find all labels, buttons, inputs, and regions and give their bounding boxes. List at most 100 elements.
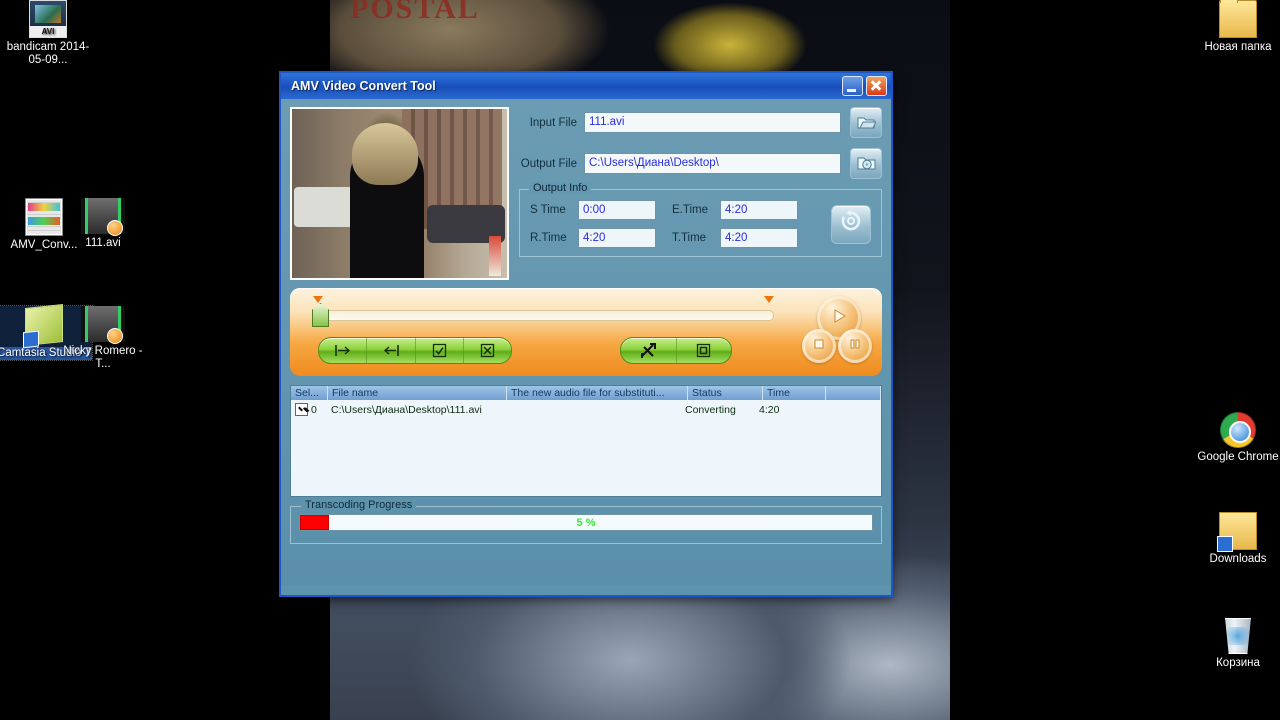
s-time-label: S Time bbox=[530, 204, 566, 216]
play-icon bbox=[830, 307, 848, 330]
output-info-group: Output Info S Time 0:00 E.Time 4:20 R.Ti… bbox=[519, 182, 882, 257]
stop-button[interactable] bbox=[802, 329, 836, 363]
desktop-icon-left-0[interactable]: bandicam 2014-05-09... bbox=[0, 0, 96, 66]
r-time-label: R.Time bbox=[530, 232, 567, 244]
t-time-cell: T.Time 4:20 bbox=[672, 228, 798, 248]
stop-convert-button[interactable] bbox=[677, 338, 732, 363]
e-time-field[interactable]: 4:20 bbox=[720, 200, 798, 220]
row-file-name: C:\Users\Диана\Desktop\111.avi bbox=[331, 403, 482, 416]
refresh-output-info-button[interactable] bbox=[831, 204, 871, 244]
checkbox-cross-icon bbox=[480, 343, 495, 358]
desktop-icon-label: bandicam 2014-05-09... bbox=[6, 41, 90, 66]
chrome-shortcut-icon bbox=[1220, 412, 1256, 448]
mark-out-icon bbox=[382, 344, 400, 357]
table-row[interactable]: 0 C:\Users\Диана\Desktop\111.avi Convert… bbox=[291, 400, 881, 419]
output-file-row: Output File C:\Users\Диана\Desktop\ bbox=[519, 148, 882, 179]
desktop-icon-right-1[interactable]: Google Chrome bbox=[1190, 412, 1280, 464]
amv-video-convert-tool-window: AMV Video Convert Tool Input File 111.av… bbox=[279, 71, 893, 597]
window-title: AMV Video Convert Tool bbox=[291, 79, 436, 93]
video-preview[interactable] bbox=[290, 107, 509, 280]
r-time-cell: R.Time 4:20 bbox=[530, 228, 656, 248]
column-header-time[interactable]: Time bbox=[763, 386, 826, 400]
desktop-icon-label: Nicky Romero - T... bbox=[63, 345, 143, 370]
minimize-button[interactable] bbox=[842, 76, 863, 96]
time-row-2: R.Time 4:20 T.Time 4:20 bbox=[530, 228, 827, 248]
disc-folder-icon bbox=[851, 149, 881, 178]
browse-input-file-button[interactable] bbox=[850, 107, 882, 138]
window-titlebar: AMV Video Convert Tool bbox=[281, 73, 891, 99]
input-file-field[interactable]: 111.avi bbox=[584, 112, 841, 133]
desktop-icon-left-4[interactable]: Nicky Romero - T... bbox=[55, 306, 151, 370]
desktop-icon-left-2[interactable]: 111.avi bbox=[55, 198, 151, 250]
timeline-thumb[interactable] bbox=[312, 303, 329, 327]
s-time-cell: S Time 0:00 bbox=[530, 200, 656, 220]
row-status: Converting bbox=[685, 403, 736, 416]
convert-button-group bbox=[620, 337, 732, 364]
output-file-field[interactable]: C:\Users\Диана\Desktop\ bbox=[584, 153, 841, 174]
timeline-slider[interactable] bbox=[304, 296, 774, 327]
checkbox-checked-icon bbox=[432, 343, 447, 358]
pause-icon bbox=[848, 337, 862, 356]
progress-bar: 5 % bbox=[299, 514, 873, 531]
player-panel bbox=[290, 288, 882, 376]
row-select-cell[interactable]: 0 bbox=[291, 403, 327, 416]
t-time-field[interactable]: 4:20 bbox=[720, 228, 798, 248]
desktop-icon-label: Downloads bbox=[1209, 553, 1267, 565]
window-body: Input File 111.avi Output File C:\Users\… bbox=[281, 99, 891, 585]
e-time-cell: E.Time 4:20 bbox=[672, 200, 798, 220]
background-video-text: POSTAL bbox=[350, 0, 480, 25]
input-file-row: Input File 111.avi bbox=[519, 107, 882, 138]
stop-square-icon bbox=[696, 343, 711, 358]
desktop-icon-right-0[interactable]: Новая папка bbox=[1190, 0, 1280, 54]
timeline-start-marker-icon bbox=[313, 296, 323, 303]
select-all-button[interactable] bbox=[416, 338, 464, 363]
set-end-point-button[interactable] bbox=[367, 338, 416, 363]
desktop-icon-right-3[interactable]: Корзина bbox=[1190, 618, 1280, 670]
video-file-icon bbox=[81, 198, 125, 236]
desktop-icon-label: 111.avi bbox=[85, 237, 121, 249]
column-header-audio[interactable]: The new audio file for substituti... bbox=[507, 386, 688, 400]
edit-button-group bbox=[318, 337, 512, 364]
refresh-gear-icon bbox=[840, 210, 862, 238]
browse-output-file-button[interactable] bbox=[850, 148, 882, 179]
convert-button[interactable] bbox=[621, 338, 677, 363]
recycle-bin-icon bbox=[1225, 618, 1251, 654]
preview-hair bbox=[352, 123, 418, 185]
avi-file-icon bbox=[29, 0, 67, 38]
column-header-file[interactable]: File name bbox=[328, 386, 507, 400]
transcoding-progress-group: Transcoding Progress 5 % bbox=[290, 499, 882, 544]
convert-arrows-icon bbox=[639, 342, 658, 359]
desktop-icon-right-2[interactable]: Downloads bbox=[1190, 512, 1280, 566]
r-time-field[interactable]: 4:20 bbox=[578, 228, 656, 248]
row-index: 0 bbox=[311, 403, 317, 416]
file-fields: Input File 111.avi Output File C:\Users\… bbox=[519, 107, 882, 280]
time-row-1: S Time 0:00 E.Time 4:20 bbox=[530, 200, 827, 220]
transcoding-progress-legend: Transcoding Progress bbox=[301, 499, 417, 511]
s-time-field[interactable]: 0:00 bbox=[578, 200, 656, 220]
output-info-legend: Output Info bbox=[529, 182, 592, 194]
preview-pole bbox=[489, 236, 501, 276]
column-header-sel[interactable]: Sel... bbox=[291, 386, 328, 400]
column-header-extra[interactable] bbox=[826, 386, 881, 400]
set-start-point-button[interactable] bbox=[319, 338, 368, 363]
desktop-icon-label: Google Chrome bbox=[1197, 451, 1279, 463]
input-file-label: Input File bbox=[529, 116, 577, 129]
transport-controls bbox=[802, 296, 874, 370]
column-header-status[interactable]: Status bbox=[688, 386, 763, 400]
t-time-label: T.Time bbox=[672, 232, 707, 244]
timeline-end-marker-icon bbox=[764, 296, 774, 303]
folder-icon bbox=[1219, 0, 1257, 38]
file-list[interactable]: Sel... File name The new audio file for … bbox=[290, 385, 882, 497]
close-button[interactable] bbox=[866, 76, 887, 96]
file-list-header: Sel... File name The new audio file for … bbox=[291, 386, 881, 400]
row-checkbox[interactable] bbox=[295, 403, 308, 416]
video-file-icon bbox=[81, 306, 125, 344]
deselect-all-button[interactable] bbox=[464, 338, 511, 363]
top-row: Input File 111.avi Output File C:\Users\… bbox=[290, 107, 882, 280]
output-file-label: Output File bbox=[520, 157, 577, 170]
progress-percent-label: 5 % bbox=[576, 516, 596, 529]
pause-button[interactable] bbox=[838, 329, 872, 363]
timeline-track[interactable] bbox=[322, 310, 774, 321]
stop-icon bbox=[812, 337, 826, 356]
downloads-folder-icon bbox=[1217, 512, 1257, 552]
